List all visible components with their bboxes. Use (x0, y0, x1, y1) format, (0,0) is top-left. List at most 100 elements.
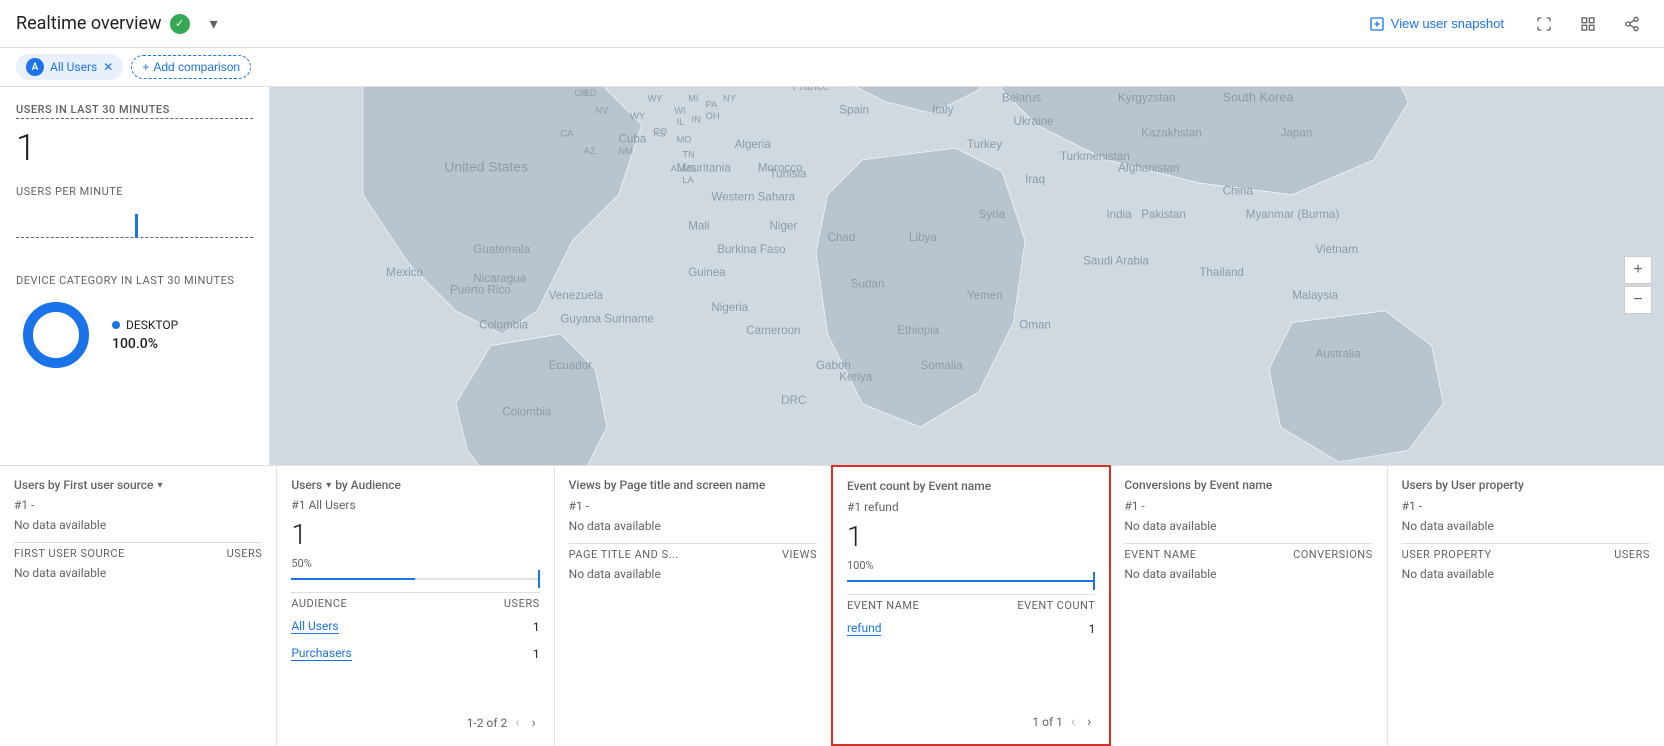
audience-purchasers-link[interactable]: Purchasers (291, 646, 351, 661)
card3-col1-label: PAGE TITLE AND S... (569, 548, 679, 561)
map-zoom-in-button[interactable]: + (1624, 256, 1652, 284)
header-dropdown-btn[interactable]: ▾ (198, 8, 230, 40)
card6-no-data-top: No data available (1402, 519, 1650, 533)
card2-dropdown-icon[interactable]: ▾ (326, 480, 331, 491)
card6-table-header: USER PROPERTY USERS (1402, 543, 1650, 561)
card2-rank: #1 All Users (291, 498, 539, 512)
event-count-card: Event count by Event name #1 refund 1 10… (831, 465, 1111, 746)
header-left: Realtime overview ✓ ▾ (16, 8, 230, 40)
card4-next-button[interactable]: › (1083, 712, 1095, 732)
card-view-button[interactable] (1572, 8, 1604, 40)
card1-table-header: FIRST USER SOURCE USERS (14, 542, 262, 560)
users-per-minute-label: USERS PER MINUTE (16, 185, 253, 198)
desktop-legend-item: DESKTOP (112, 318, 178, 332)
card1-dropdown-icon[interactable]: ▾ (157, 480, 162, 491)
live-status-icon: ✓ (170, 14, 190, 34)
svg-text:NV: NV (595, 105, 609, 115)
card4-pct: 100% (847, 559, 1095, 572)
svg-text:NM: NM (619, 146, 633, 156)
svg-text:France: France (793, 87, 829, 93)
svg-text:Ethiopia: Ethiopia (897, 324, 939, 337)
svg-text:CA: CA (560, 129, 574, 139)
svg-text:Mexico: Mexico (386, 266, 423, 279)
left-panel: USERS IN LAST 30 MINUTES 1 USERS PER MIN… (0, 87, 270, 465)
svg-text:MI: MI (688, 94, 698, 104)
card4-main-value: 1 (847, 520, 1095, 553)
svg-text:Guyana Suriname: Guyana Suriname (560, 312, 654, 325)
card4-table-header: EVENT NAME EVENT COUNT (847, 594, 1095, 612)
users-metric-section: USERS IN LAST 30 MINUTES 1 (16, 103, 253, 169)
chip-label: All Users (50, 60, 97, 74)
card2-title-users: Users (291, 478, 322, 492)
card5-table-no-data: No data available (1124, 567, 1372, 581)
first-user-source-card: Users by First user source ▾ #1 - No dat… (0, 466, 277, 745)
svg-text:Mali: Mali (688, 220, 709, 233)
sparkline (16, 206, 253, 246)
card4-page-text: 1 of 1 (1032, 715, 1062, 729)
all-users-chip[interactable]: A All Users ✕ (16, 54, 123, 80)
svg-text:Burkina Faso: Burkina Faso (717, 243, 785, 256)
add-comparison-button[interactable]: + Add comparison (131, 55, 251, 79)
card5-table-header: EVENT NAME CONVERSIONS (1124, 543, 1372, 561)
chip-close-icon: ✕ (103, 60, 113, 74)
card3-no-data-top: No data available (569, 519, 817, 533)
page-title-card: Views by Page title and screen name #1 -… (555, 466, 832, 745)
card2-table-header: AUDIENCE USERS (291, 592, 539, 610)
svg-text:KS: KS (653, 129, 665, 139)
svg-text:Oman: Oman (1019, 318, 1051, 331)
audience-allusers-val: 1 (533, 620, 540, 634)
donut-chart (16, 295, 96, 375)
svg-text:Yemen: Yemen (967, 289, 1003, 302)
snapshot-icon (1369, 16, 1385, 32)
svg-text:Somalia: Somalia (921, 359, 963, 372)
card6-rank: #1 - (1402, 499, 1650, 513)
snapshot-label: View user snapshot (1391, 16, 1504, 31)
users-metric-label: USERS IN LAST 30 MINUTES (16, 103, 253, 119)
svg-text:Syria: Syria (979, 208, 1006, 221)
svg-text:Libya: Libya (909, 231, 937, 244)
card2-progress-line (538, 570, 540, 588)
card3-title: Views by Page title and screen name (569, 478, 766, 492)
event-refund-link[interactable]: refund (847, 621, 882, 636)
map-zoom-out-button[interactable]: − (1624, 286, 1652, 314)
svg-text:Afghanistan: Afghanistan (1118, 161, 1179, 174)
users-metric-value: 1 (16, 127, 253, 169)
card4-progress-line (1093, 572, 1095, 590)
share-button[interactable] (1616, 8, 1648, 40)
segment-bar: A All Users ✕ + Add comparison (0, 48, 1664, 87)
audience-allusers-link[interactable]: All Users (291, 619, 338, 634)
users-per-minute-section: USERS PER MINUTE (16, 185, 253, 258)
card4-col1-label: EVENT NAME (847, 599, 919, 612)
card2-prev-button[interactable]: ‹ (511, 713, 523, 733)
header-title: Realtime overview (16, 13, 162, 34)
svg-text:Belarus: Belarus (1002, 92, 1042, 105)
audience-card: Users ▾ by Audience #1 All Users 1 50% A… (277, 466, 554, 745)
svg-text:OH: OH (706, 111, 720, 121)
card2-main-value: 1 (291, 518, 539, 551)
header-right: View user snapshot (1357, 8, 1648, 40)
card6-title-row: Users by User property (1402, 478, 1650, 493)
bottom-cards: Users by First user source ▾ #1 - No dat… (0, 465, 1664, 745)
main-area: USERS IN LAST 30 MINUTES 1 USERS PER MIN… (0, 87, 1664, 745)
card5-rank: #1 - (1124, 499, 1372, 513)
avatar: A (26, 58, 44, 76)
svg-text:Tunisia: Tunisia (770, 167, 808, 180)
expand-icon (1536, 16, 1552, 32)
svg-text:Spain: Spain (839, 103, 869, 116)
card5-col2-label: CONVERSIONS (1293, 548, 1373, 561)
desktop-label: DESKTOP (126, 318, 178, 332)
audience-purchasers-val: 1 (533, 647, 540, 661)
svg-text:DRC: DRC (781, 394, 806, 407)
card5-no-data-top: No data available (1124, 519, 1372, 533)
card1-no-data-top: No data available (14, 518, 262, 532)
add-icon: + (142, 60, 149, 74)
card4-prev-button[interactable]: ‹ (1067, 712, 1079, 732)
expand-icon-button[interactable] (1528, 8, 1560, 40)
card4-title: Event count by Event name (847, 479, 991, 493)
card2-next-button[interactable]: › (527, 713, 539, 733)
view-snapshot-button[interactable]: View user snapshot (1357, 10, 1516, 38)
card4-title-row: Event count by Event name (847, 479, 1095, 494)
card4-progress (847, 580, 1095, 582)
svg-text:Japan: Japan (1281, 127, 1313, 140)
card6-table-no-data: No data available (1402, 567, 1650, 581)
